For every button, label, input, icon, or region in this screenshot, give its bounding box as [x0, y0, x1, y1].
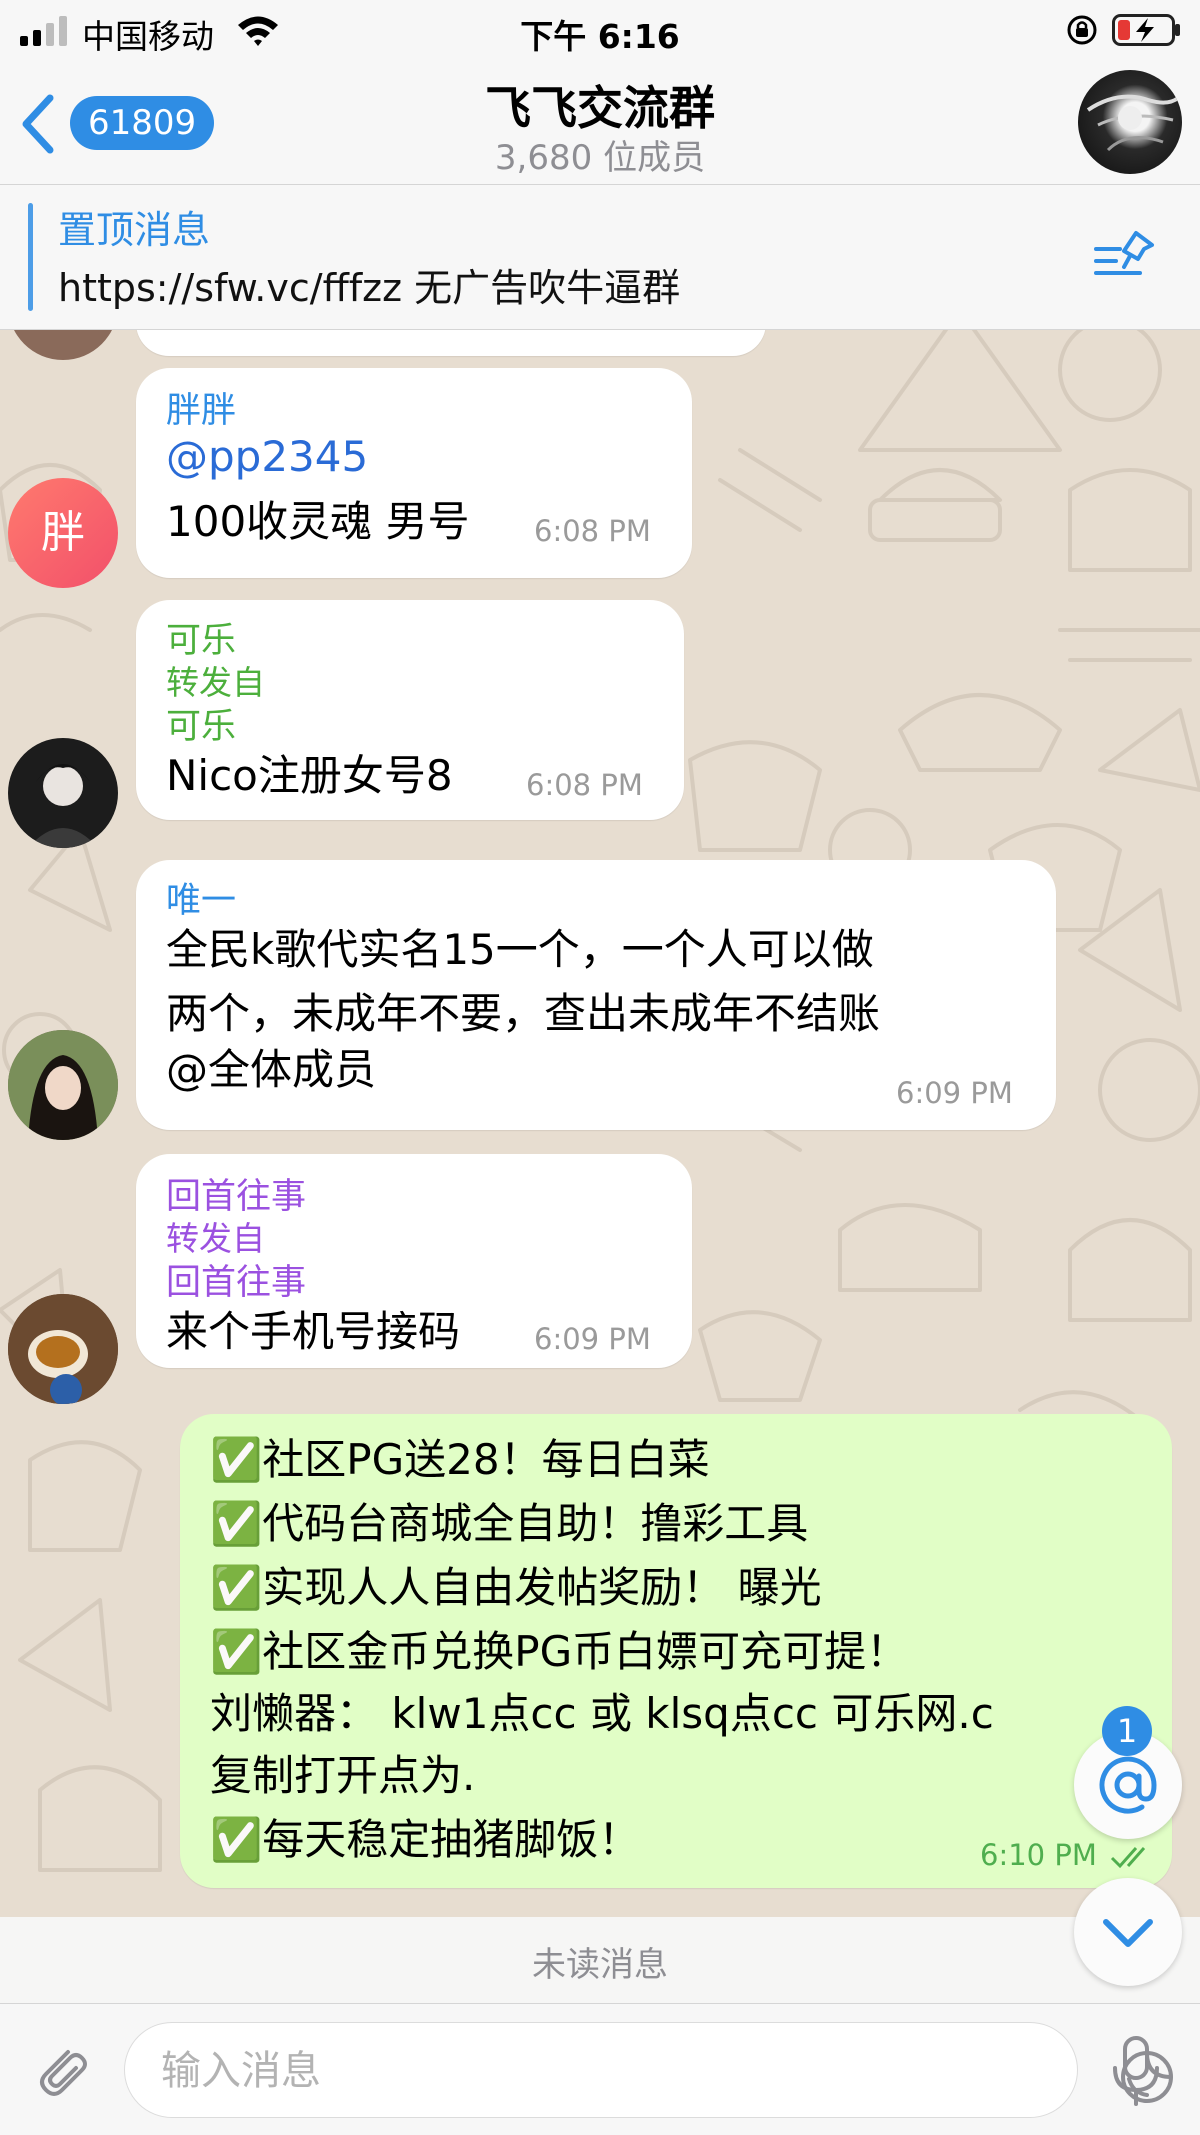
message-text: 100收灵魂 男号: [166, 497, 470, 546]
mention-count-badge: 1: [1102, 1706, 1152, 1756]
unread-label: 未读消息: [532, 1945, 668, 1985]
forwarded-label: 转发自: [166, 663, 265, 702]
group-avatar[interactable]: [1078, 70, 1182, 174]
status-bar: 中国移动 下午 6:16: [0, 0, 1200, 62]
message-time: 6:10 PM: [980, 1838, 1097, 1872]
avatar-art: [28, 764, 98, 848]
microphone-icon[interactable]: [1110, 2036, 1162, 2106]
member-count: 3,680 位成员: [494, 138, 706, 178]
check-emoji: ✅: [210, 1563, 263, 1612]
message-text: 复制打开点为.: [210, 1751, 476, 1800]
scroll-down-chevron-icon: [1103, 1919, 1153, 1947]
message-text: ✅社区PG送28！每日白菜: [210, 1435, 710, 1484]
message-text: 刘懒器： klw1点cc 或 klsq点cc 可乐网.c: [210, 1689, 994, 1738]
message-text: 两个，未成年不要，查出未成年不结账: [166, 989, 881, 1038]
message-list[interactable]: 胖 胖胖 @pp2345 100收灵魂 男号 6:08 PM 可乐 转发自 可乐…: [0, 330, 1200, 1920]
message-text: 来个手机号接码: [166, 1307, 461, 1356]
battery-charging-icon: [1112, 14, 1180, 46]
message-text: ✅每天稳定抽猪脚饭！: [210, 1815, 641, 1864]
check-emoji: ✅: [210, 1815, 263, 1864]
pin-list-icon[interactable]: [1094, 229, 1158, 285]
avatar-art: [8, 1294, 118, 1404]
message-bubble[interactable]: 唯一 全民k歌代实名15一个，一个人可以做 两个，未成年不要，查出未成年不结账 …: [136, 860, 1056, 1130]
message-bubble[interactable]: 回首往事 转发自 回首往事 来个手机号接码 6:09 PM: [136, 1154, 692, 1368]
pinned-indicator: [28, 203, 33, 311]
avatar[interactable]: [8, 1030, 118, 1140]
message-input-container[interactable]: [124, 2022, 1173, 2118]
scroll-to-bottom-button[interactable]: [1074, 1878, 1182, 1986]
message-bubble[interactable]: 可乐 转发自 可乐 Nico注册女号8 6:08 PM: [136, 600, 684, 820]
chat-header: 61809 飞飞交流群 3,680 位成员: [0, 62, 1200, 185]
pinned-text: https://sfw.vc/fffzz 无广告吹牛逼群: [58, 266, 681, 310]
avatar-art: [8, 1030, 118, 1140]
avatar[interactable]: [8, 738, 118, 848]
double-check-icon: [1110, 1847, 1146, 1869]
composer-bar: [0, 2003, 1200, 2135]
message-time: 6:09 PM: [534, 1322, 651, 1356]
message-input[interactable]: [159, 2037, 983, 2105]
message-time: 6:08 PM: [526, 768, 643, 802]
orientation-lock-icon: [1067, 15, 1097, 45]
pinned-title: 置顶消息: [58, 208, 211, 252]
message-bubble-partial[interactable]: [136, 330, 766, 356]
check-emoji: ✅: [210, 1627, 263, 1676]
mention-link[interactable]: @pp2345: [166, 432, 368, 481]
avatar-initial: 胖: [41, 507, 85, 558]
group-avatar-art: [1086, 94, 1180, 152]
message-text: 全民k歌代实名15一个，一个人可以做: [166, 925, 874, 974]
pinned-message[interactable]: 置顶消息 https://sfw.vc/fffzz 无广告吹牛逼群: [0, 185, 1200, 330]
message-text: @全体成员: [166, 1045, 377, 1094]
message-time: 6:09 PM: [896, 1076, 1013, 1110]
sender-name[interactable]: 胖胖: [166, 382, 236, 433]
check-emoji: ✅: [210, 1435, 263, 1484]
forwarded-label: 转发自: [166, 1219, 265, 1258]
message-text: Nico注册女号8: [166, 751, 453, 800]
message-time: 6:08 PM: [534, 514, 651, 548]
check-emoji: ✅: [210, 1499, 263, 1548]
chat-title[interactable]: 飞飞交流群: [0, 72, 1200, 138]
status-time: 下午 6:16: [520, 17, 680, 56]
message-text: ✅实现人人自由发帖奖励！ 曝光: [210, 1563, 822, 1612]
avatar[interactable]: 胖: [8, 478, 118, 588]
message-bubble[interactable]: 胖胖 @pp2345 100收灵魂 男号 6:08 PM: [136, 368, 692, 578]
message-text: ✅代码台商城全自助！撸彩工具: [210, 1499, 809, 1548]
message-text: ✅社区金币兑换PG币白嫖可充可提！: [210, 1627, 909, 1676]
unread-divider: 未读消息: [0, 1917, 1200, 2003]
outgoing-message-bubble[interactable]: ✅社区PG送28！每日白菜 ✅代码台商城全自助！撸彩工具 ✅实现人人自由发帖奖励…: [180, 1414, 1172, 1888]
avatar[interactable]: [8, 1294, 118, 1404]
paperclip-icon[interactable]: [28, 2038, 92, 2102]
